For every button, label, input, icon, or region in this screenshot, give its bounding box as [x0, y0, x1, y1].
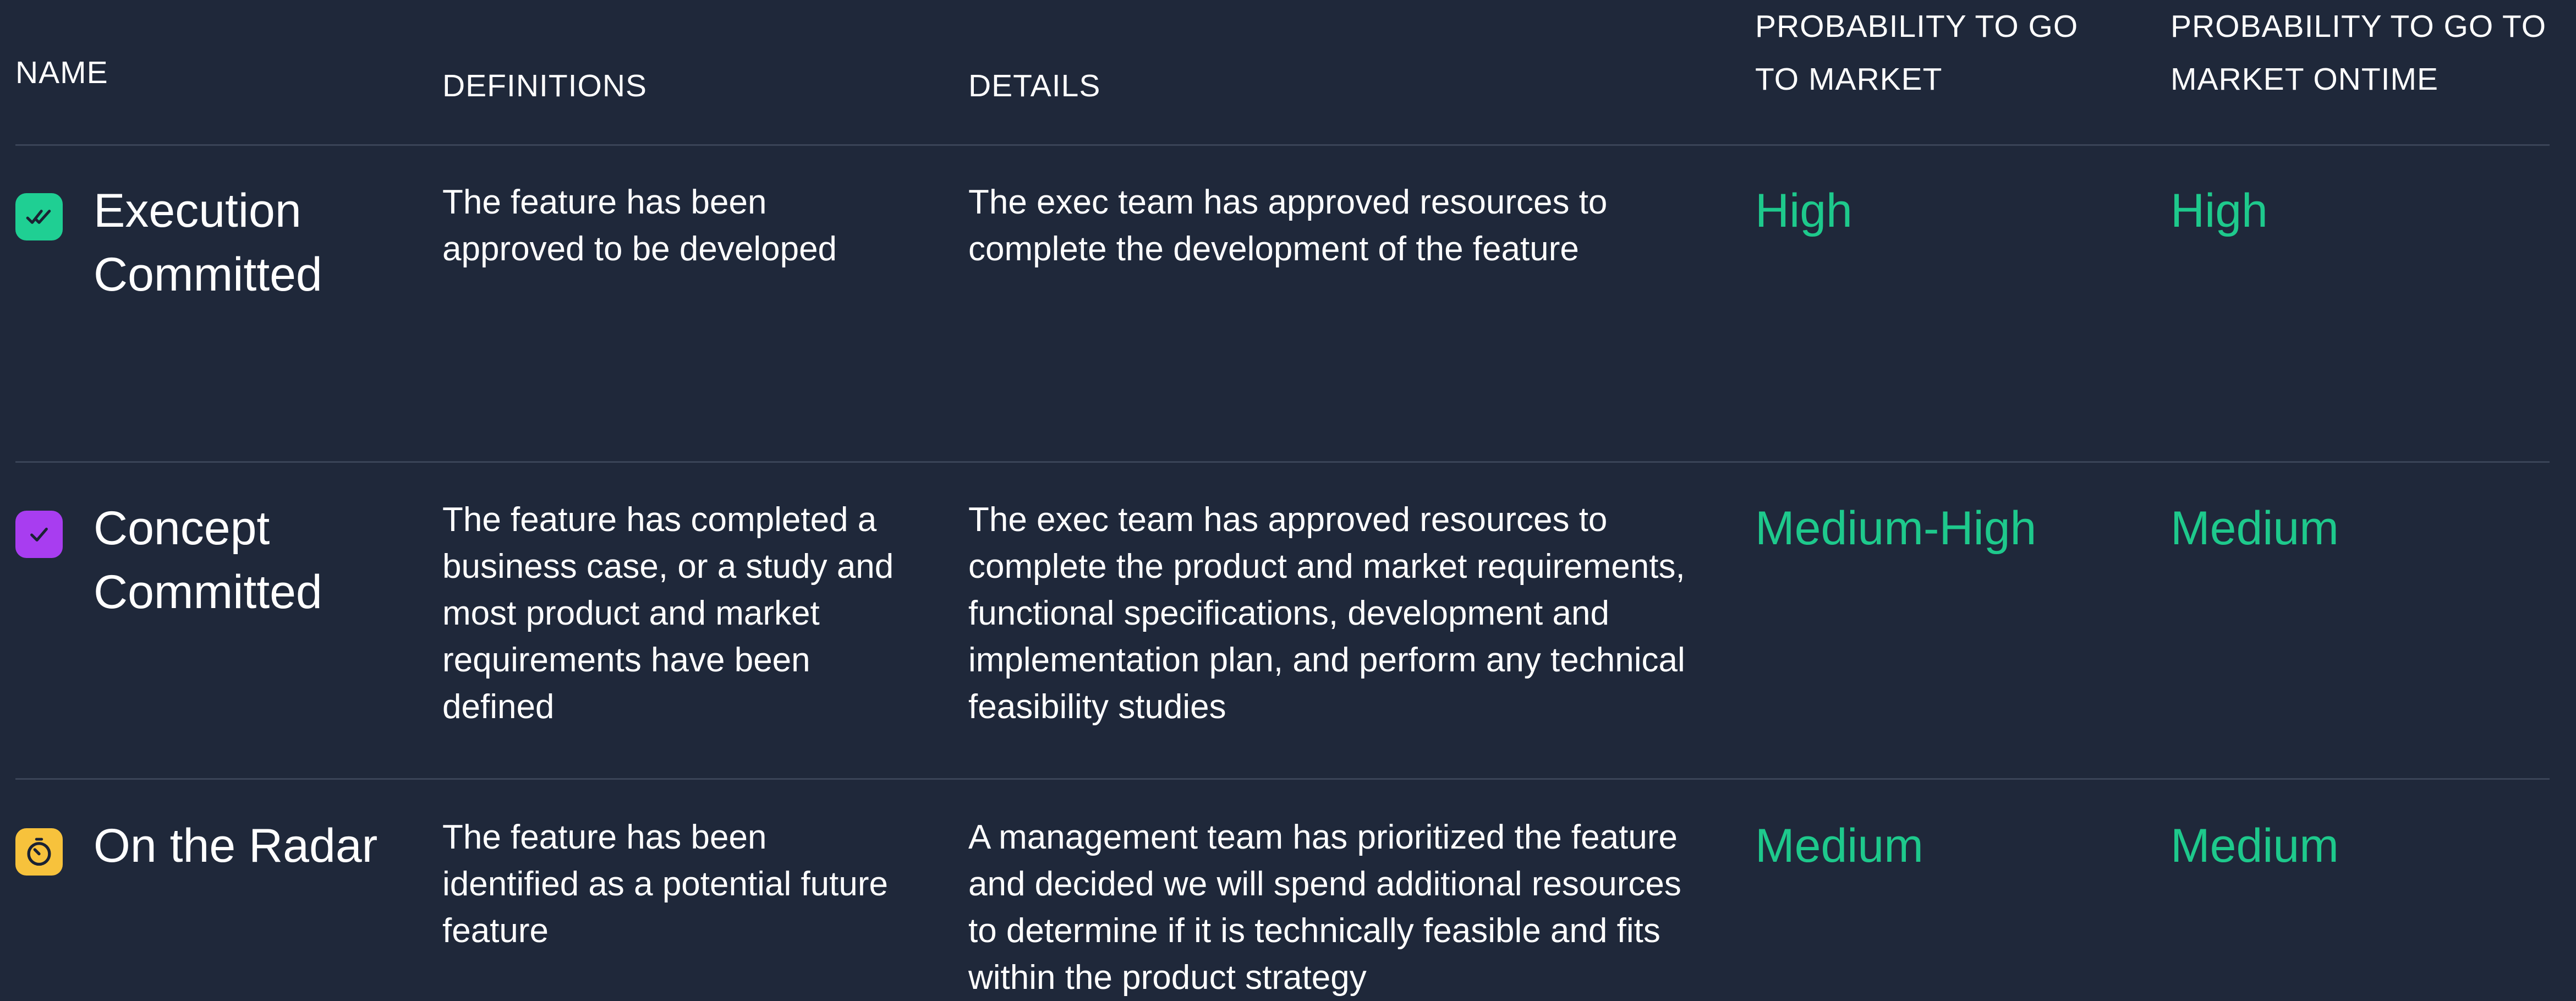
check-icon: [15, 511, 63, 558]
stopwatch-icon: [15, 828, 63, 876]
status-name: On the Radar: [94, 819, 378, 872]
header-probability-to-go-to-market-ontime: PROBABILITY TO GO TO MARKET ONTIME: [2171, 9, 2547, 97]
status-definition: The feature has been approved to be deve…: [442, 183, 837, 268]
probability-ontime: Medium: [2171, 819, 2339, 872]
status-name: Execution Committed: [94, 184, 322, 301]
double-check-icon: [15, 193, 63, 240]
row-divider: [15, 778, 2550, 780]
header-details: DETAILS: [968, 68, 1101, 103]
probability-to-market: Medium: [1755, 819, 1923, 872]
table-row-concept-committed: Concept Committed The feature has comple…: [0, 463, 2576, 779]
status-name: Concept Committed: [94, 502, 322, 619]
header-definitions: DEFINITIONS: [442, 68, 648, 103]
table-header: NAME DEFINITIONS DETAILS PROBABILITY TO …: [0, 0, 2576, 145]
status-details: The exec team has approved resources to …: [968, 183, 1608, 268]
row-divider: [15, 461, 2550, 463]
table-row-on-the-radar: On the Radar The feature has been identi…: [0, 781, 2576, 1001]
status-details: The exec team has approved resources to …: [968, 501, 1685, 726]
probability-ontime: Medium: [2171, 502, 2339, 555]
header-probability-to-go-to-market: PROBABILITY TO GO TO MARKET: [1755, 9, 2079, 97]
probability-ontime: High: [2171, 184, 2268, 237]
status-details: A management team has prioritized the fe…: [968, 818, 1681, 997]
table-row-execution-committed: Execution Committed The feature has been…: [0, 146, 2576, 462]
probability-to-market: Medium-High: [1755, 502, 2037, 555]
status-definition: The feature has completed a business cas…: [442, 501, 894, 726]
header-name: NAME: [15, 55, 108, 90]
status-definition: The feature has been identified as a pot…: [442, 818, 888, 950]
probability-to-market: High: [1755, 184, 1852, 237]
feature-status-table: NAME DEFINITIONS DETAILS PROBABILITY TO …: [0, 0, 2576, 998]
